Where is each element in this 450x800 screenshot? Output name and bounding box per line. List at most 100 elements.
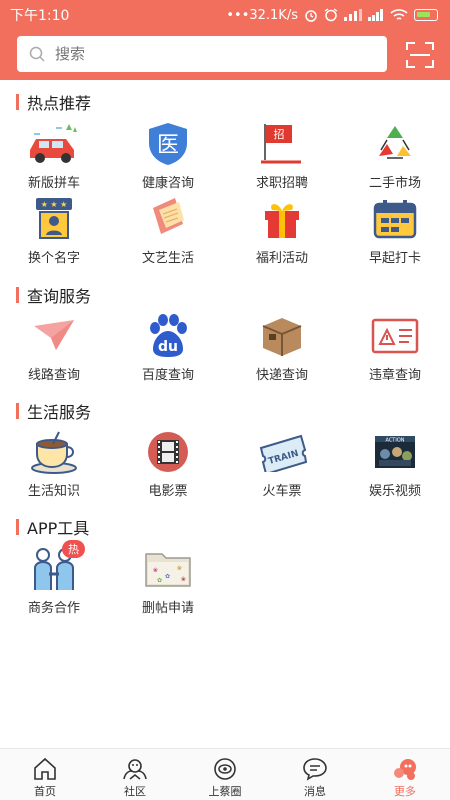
grid-item-carpool[interactable]: 新版拼车 — [0, 120, 110, 192]
grid-item-label: 火车票 — [262, 484, 302, 499]
alarm-icon — [305, 10, 317, 22]
grid-item-label: 线路查询 — [27, 368, 80, 383]
svg-text:✿: ✿ — [157, 577, 162, 584]
section-accent-bar — [16, 94, 19, 110]
section-title-text: APP工具 — [27, 519, 90, 538]
grid-item-label: 文艺生活 — [141, 251, 194, 266]
section-accent-bar — [16, 519, 19, 535]
tab-messages[interactable]: 消息 — [270, 749, 360, 800]
svg-text:★ ★ ★: ★ ★ ★ — [41, 200, 68, 209]
battery-icon — [414, 9, 438, 21]
tab-home[interactable]: 首页 — [0, 749, 90, 800]
coffee-cup-icon — [31, 431, 77, 474]
violation-card-icon — [371, 318, 419, 354]
grid-item-delete-post[interactable]: ❀ ✿ ❀ ✿ ❀ 删帖申请 — [112, 545, 224, 617]
hot-badge: 热 — [62, 540, 85, 558]
tab-label: 上蔡圈 — [208, 785, 242, 798]
movie-poster-icon: ACTION — [375, 436, 415, 468]
grid-item-label: 商务合作 — [27, 601, 80, 616]
section-title-apptools: APP工具 — [16, 515, 89, 539]
search-bar[interactable] — [17, 36, 387, 72]
gift-icon — [265, 204, 299, 238]
grid-item-violation[interactable]: 违章查询 — [339, 312, 450, 384]
grid-item-baidu[interactable]: du 百度查询 — [112, 312, 224, 384]
grid-item-label: 违章查询 — [368, 368, 421, 383]
folder-icon: ❀ ✿ ❀ ✿ ❀ — [145, 553, 191, 587]
signal-icon — [344, 9, 362, 21]
grid-item-welfare[interactable]: 福利活动 — [226, 195, 338, 267]
grid-item-route[interactable]: 线路查询 — [0, 312, 110, 384]
grid-item-label: 电影票 — [148, 484, 188, 499]
tab-label: 更多 — [394, 785, 416, 798]
tab-label: 消息 — [304, 785, 326, 798]
svg-text:❀: ❀ — [153, 567, 158, 574]
bottom-tab-bar: 首页 社区 上蔡圈 消息 更多 — [0, 748, 450, 800]
grid-item-label: 生活知识 — [27, 484, 80, 499]
section-accent-bar — [16, 403, 19, 419]
grid-item-express[interactable]: 快递查询 — [226, 312, 338, 384]
grid-item-checkin[interactable]: 早起打卡 — [339, 195, 450, 267]
status-bar: 下午1:10 •••32.1K/s — [0, 0, 450, 30]
section-title-text: 热点推荐 — [27, 94, 92, 113]
scan-icon[interactable] — [406, 42, 434, 68]
section-title-text: 查询服务 — [27, 287, 92, 306]
tab-more[interactable]: 更多 — [360, 749, 450, 800]
section-accent-bar — [16, 287, 19, 303]
network-speed: •••32.1K/s — [226, 7, 298, 23]
grid-item-label: 删帖申请 — [141, 601, 194, 616]
svg-text:❀: ❀ — [181, 576, 186, 583]
tab-circle[interactable]: 上蔡圈 — [180, 749, 270, 800]
chat-bubble-icon — [303, 758, 327, 781]
status-icons: •••32.1K/s — [226, 8, 438, 23]
community-icon — [123, 759, 147, 780]
calendar-icon — [373, 200, 417, 239]
grid-item-secondhand[interactable]: 二手市场 — [339, 120, 450, 192]
section-title-text: 生活服务 — [27, 403, 92, 422]
train-ticket-icon: TRAIN — [259, 434, 307, 472]
grid-item-lifetips[interactable]: 生活知识 — [0, 428, 110, 500]
medical-shield-icon: 医 — [149, 123, 187, 165]
grid-item-train[interactable]: TRAIN 火车票 — [226, 428, 338, 500]
grid-item-label: 健康咨询 — [141, 176, 194, 191]
grid-item-artlife[interactable]: 文艺生活 — [112, 195, 224, 267]
paper-plane-icon — [34, 320, 74, 350]
grid-item-label: 早起打卡 — [368, 251, 421, 266]
svg-text:❀: ❀ — [177, 565, 182, 572]
grid-item-label: 二手市场 — [368, 176, 421, 191]
grid-item-label: 福利活动 — [255, 251, 308, 266]
tab-label: 社区 — [124, 785, 146, 798]
section-title-life: 生活服务 — [16, 399, 91, 423]
search-icon — [29, 46, 45, 62]
header — [0, 30, 450, 80]
film-reel-icon — [148, 432, 188, 472]
section-title-hot: 热点推荐 — [16, 90, 91, 114]
svg-text:医: 医 — [157, 133, 179, 158]
grid-item-label: 换个名字 — [27, 251, 80, 266]
search-input[interactable] — [55, 45, 355, 63]
section-title-query: 查询服务 — [16, 283, 91, 307]
baidu-paw-icon: du — [150, 314, 187, 357]
wifi-icon — [390, 8, 408, 20]
svg-text:招: 招 — [274, 127, 285, 141]
grid-item-health[interactable]: 医 健康咨询 — [112, 120, 224, 192]
status-time: 下午1:10 — [10, 8, 70, 24]
grid-item-label: 百度查询 — [141, 368, 194, 383]
grid-item-label: 快递查询 — [255, 368, 308, 383]
signal-2-icon — [368, 9, 383, 21]
circle-eye-icon — [214, 758, 236, 780]
package-icon — [262, 318, 302, 356]
name-card-icon: ★ ★ ★ — [36, 198, 72, 239]
tab-community[interactable]: 社区 — [90, 749, 180, 800]
car-icon — [30, 124, 77, 163]
grid-item-video[interactable]: ACTION 娱乐视频 — [339, 428, 450, 500]
grid-item-movie[interactable]: 电影票 — [112, 428, 224, 500]
grid-item-label: 娱乐视频 — [368, 484, 421, 499]
grid-item-recruit[interactable]: 招 求职招聘 — [226, 120, 338, 192]
grid-item-rename[interactable]: ★ ★ ★ 换个名字 — [0, 195, 110, 267]
grid-item-label: 求职招聘 — [255, 176, 308, 191]
grid-item-business[interactable]: 热 商务合作 — [0, 540, 110, 617]
svg-text:du: du — [158, 339, 178, 355]
tab-label: 首页 — [34, 785, 56, 798]
svg-text:ACTION: ACTION — [385, 438, 404, 444]
grid-item-label: 新版拼车 — [27, 176, 80, 191]
